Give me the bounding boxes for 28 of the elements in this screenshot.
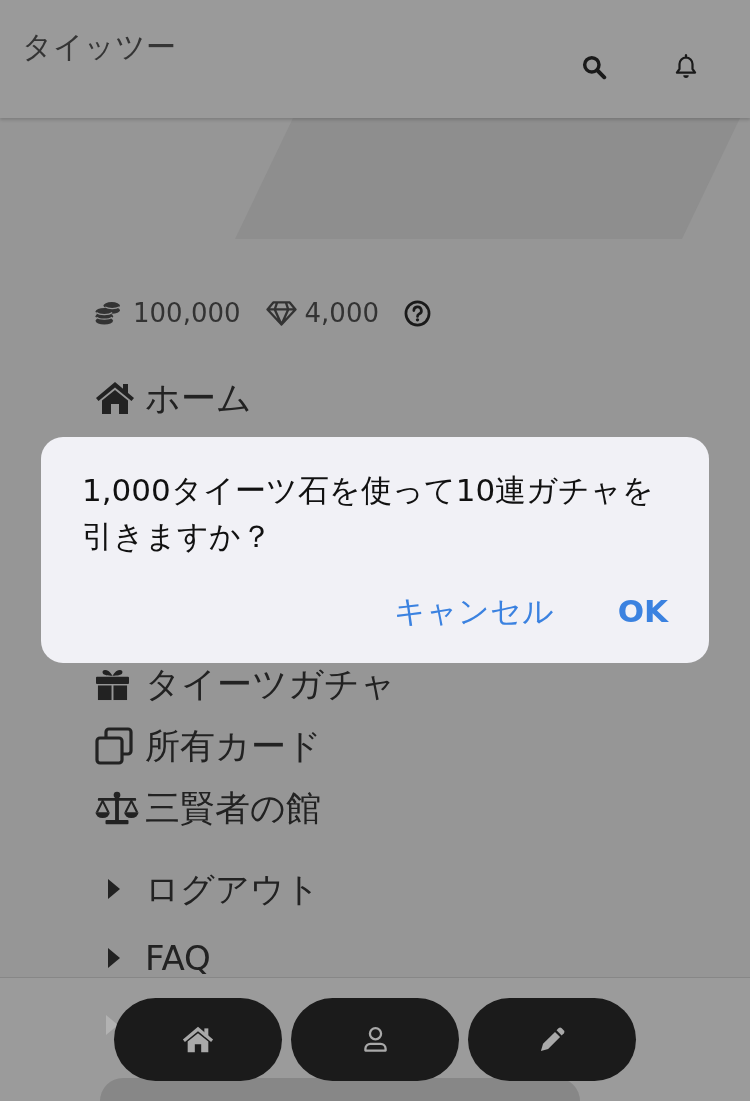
- home-button[interactable]: [114, 998, 282, 1081]
- scale-icon: [95, 790, 139, 826]
- menu-link[interactable]: ログアウト: [95, 870, 320, 908]
- bell-icon[interactable]: [674, 53, 698, 81]
- pencil-icon: [538, 1026, 566, 1053]
- coins-icon: [95, 301, 121, 325]
- home-icon: [95, 381, 135, 415]
- caret-icon: [108, 879, 120, 899]
- cancel-button[interactable]: キャンセル: [393, 591, 554, 631]
- menu-item[interactable]: タイーツガチャ: [95, 664, 396, 704]
- menu-item[interactable]: 所有カード: [95, 726, 322, 766]
- caret-icon: [108, 948, 120, 968]
- caret-icon: [106, 1015, 118, 1035]
- menu-item[interactable]: 三賢者の館: [95, 788, 321, 828]
- diamond-icon: [265, 299, 297, 327]
- gem-count: 4,000: [304, 297, 379, 330]
- copy-icon: [95, 727, 133, 765]
- dialog-message: 1,000タイーツ石を使って10連ガチャを引きますか？: [82, 471, 656, 556]
- menu-link[interactable]: FAQ: [95, 939, 211, 977]
- help-icon[interactable]: [403, 299, 431, 327]
- search-icon[interactable]: [581, 54, 607, 80]
- user-icon: [362, 1026, 388, 1053]
- gift-icon: [95, 667, 130, 701]
- ok-button[interactable]: OK: [617, 591, 668, 631]
- app-title: タイッツー: [22, 29, 176, 65]
- coin-count: 100,000: [133, 297, 241, 330]
- home-icon: [182, 1026, 214, 1053]
- menu-item[interactable]: ホーム: [95, 378, 252, 418]
